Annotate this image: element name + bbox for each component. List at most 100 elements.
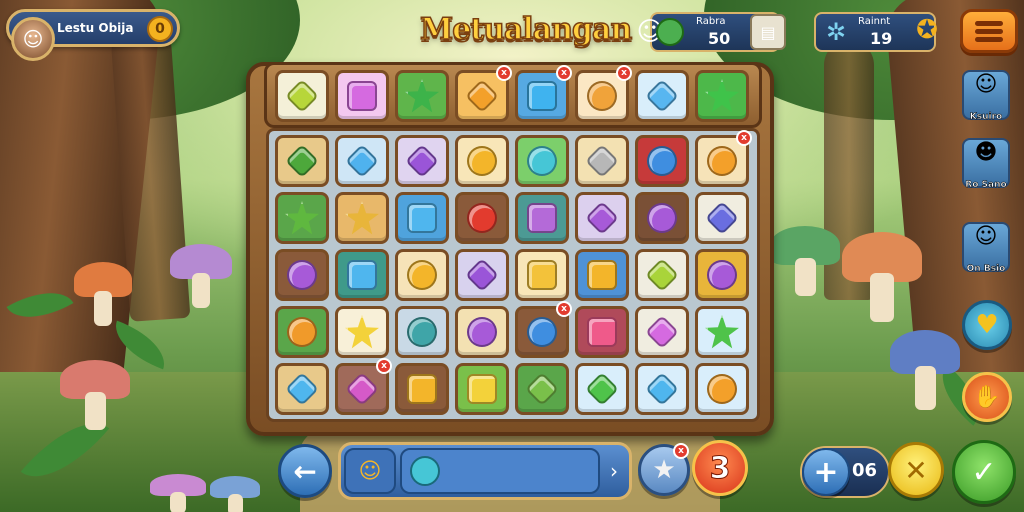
board-tile[interactable]	[455, 249, 509, 301]
gem-round-icon	[467, 317, 497, 347]
board-tile[interactable]	[335, 306, 389, 358]
board-tile[interactable]	[515, 192, 569, 244]
board-tile[interactable]	[275, 363, 329, 415]
gem-diamond-icon	[345, 144, 379, 178]
back-button[interactable]: ←	[278, 444, 332, 498]
board-tile[interactable]	[395, 363, 449, 415]
board-tile[interactable]	[515, 249, 569, 301]
gem-round-icon	[467, 146, 497, 176]
character-slot-on-bsio[interactable]: ☺ On Bsio	[962, 222, 1010, 274]
gem-round-icon	[707, 146, 737, 176]
coin-icon[interactable]: 0	[147, 16, 173, 42]
board-tile[interactable]	[575, 135, 629, 187]
goal-tile[interactable]: x	[575, 65, 632, 122]
medal-icon[interactable]: ✪	[912, 12, 942, 48]
board-tile[interactable]	[575, 192, 629, 244]
gem-star-icon	[285, 201, 319, 235]
board-tile[interactable]	[695, 249, 749, 301]
plus-value: 06	[852, 460, 878, 481]
board-tile[interactable]	[575, 249, 629, 301]
plus-button[interactable]: +	[802, 448, 850, 496]
stat-panel-rainnt: ✲ Rainnt 19 ✪	[814, 12, 938, 52]
item-slot[interactable]	[400, 448, 600, 494]
chest-icon[interactable]: ▤	[750, 14, 786, 50]
board-tile[interactable]	[455, 306, 509, 358]
board-tile[interactable]	[695, 192, 749, 244]
close-badge-icon: x	[556, 301, 572, 317]
board-tile[interactable]	[335, 249, 389, 301]
character-slot-ro-sano[interactable]: ☻ Ro Sano	[962, 138, 1010, 190]
gem-square-icon	[467, 374, 497, 404]
gem-round-icon	[407, 260, 437, 290]
star-icon: ★	[652, 455, 676, 485]
board-tile[interactable]	[395, 306, 449, 358]
gem-square-icon	[347, 81, 377, 111]
board-tile[interactable]: x	[335, 358, 392, 415]
player-panel[interactable]: ☺ Lestu Obija 0	[6, 9, 180, 61]
gem-square-icon	[527, 203, 557, 233]
gem-star-icon	[705, 315, 739, 349]
board-tile[interactable]	[395, 249, 449, 301]
potion-icon	[410, 456, 440, 486]
gem-round-icon	[527, 146, 557, 176]
gem-diamond-icon	[645, 315, 679, 349]
goal-tile[interactable]: x	[515, 65, 572, 122]
board-tile[interactable]: x	[695, 130, 752, 187]
board-tile[interactable]	[635, 135, 689, 187]
board-tile[interactable]	[515, 363, 569, 415]
confirm-button[interactable]: ✓	[952, 440, 1016, 504]
goal-tile[interactable]: x	[455, 65, 512, 122]
board-tile[interactable]	[695, 306, 749, 358]
board-tile[interactable]	[635, 192, 689, 244]
goal-tile[interactable]	[335, 70, 389, 122]
menu-button[interactable]	[960, 9, 1018, 53]
board-tile[interactable]: x	[515, 301, 572, 358]
gem-round-icon	[647, 203, 677, 233]
board-tile[interactable]	[455, 192, 509, 244]
board-tile[interactable]	[575, 363, 629, 415]
close-badge-icon: x	[616, 65, 632, 81]
character-slot-ksuiro[interactable]: ☺ Ksuiro	[962, 70, 1010, 122]
board-tile[interactable]	[515, 135, 569, 187]
mushroom-decoration	[770, 226, 840, 296]
board-tile[interactable]	[455, 363, 509, 415]
character-slot[interactable]: ☺	[344, 448, 396, 494]
mushroom-decoration	[210, 476, 260, 512]
player-avatar[interactable]: ☺	[11, 17, 55, 61]
gem-star-icon	[405, 79, 439, 113]
gem-diamond-icon	[345, 372, 379, 406]
character-name: Ksuiro	[969, 112, 1003, 123]
board-tile[interactable]	[275, 306, 329, 358]
heart-button[interactable]: ♥	[962, 300, 1012, 350]
board-tile[interactable]	[695, 363, 749, 415]
gem-diamond-icon	[465, 258, 499, 292]
star-button[interactable]: ★ x	[638, 443, 690, 496]
board-tile[interactable]	[335, 192, 389, 244]
gem-round-icon	[467, 203, 497, 233]
goal-tile[interactable]	[395, 70, 449, 122]
board-tile[interactable]	[275, 192, 329, 244]
gem-round-icon	[527, 317, 557, 347]
board-tile[interactable]	[395, 192, 449, 244]
stat-value: 19	[870, 29, 893, 48]
goal-tile[interactable]	[695, 70, 749, 122]
gem-diamond-icon	[285, 372, 319, 406]
boost-button[interactable]: ✋	[962, 372, 1012, 422]
board-tile[interactable]	[635, 363, 689, 415]
board-tile[interactable]	[395, 135, 449, 187]
board-tile[interactable]	[275, 135, 329, 187]
gem-round-icon	[707, 260, 737, 290]
board-tile[interactable]	[275, 249, 329, 301]
board-tile[interactable]	[575, 306, 629, 358]
board-tile[interactable]	[335, 135, 389, 187]
next-button[interactable]: ›	[604, 458, 624, 484]
board-tile[interactable]	[455, 135, 509, 187]
board-tile[interactable]	[635, 306, 689, 358]
gem-square-icon	[407, 203, 437, 233]
goal-tile[interactable]	[275, 70, 329, 122]
gem-square-icon	[347, 260, 377, 290]
cancel-button[interactable]: ✕	[888, 442, 944, 498]
goal-tile[interactable]	[635, 70, 689, 122]
board-tile[interactable]	[635, 249, 689, 301]
moves-counter[interactable]: 3	[692, 440, 748, 496]
